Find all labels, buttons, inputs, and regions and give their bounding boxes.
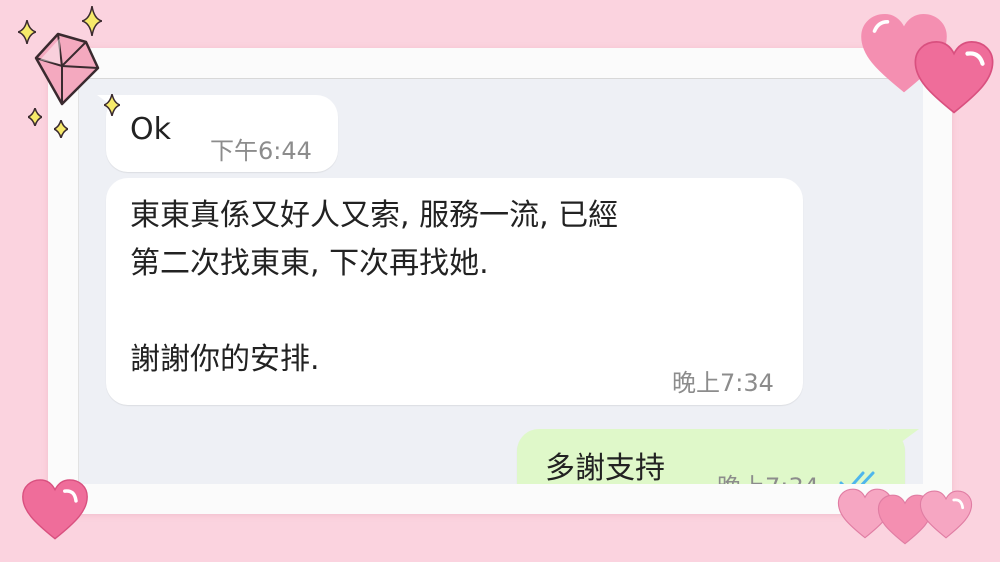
message-time: 下午6:44: [210, 137, 312, 165]
heart-icon: [919, 490, 973, 539]
message-text: 東東真係又好人又索, 服務一流, 已經 第二次找東東, 下次再找她. 謝謝你的安…: [130, 198, 619, 377]
chat-screen[interactable]: Ok 下午6:44 東東真係又好人又索, 服務一流, 已經 第二次找東東, 下次…: [78, 78, 923, 484]
message-bubble-outgoing[interactable]: 多謝支持 晚上7:34: [517, 429, 905, 484]
sparkle-icon: [18, 20, 36, 44]
read-ticks-icon: [839, 471, 875, 484]
sparkle-icon: [104, 94, 120, 116]
sparkle-icon: [82, 6, 102, 36]
bubble-tail: [889, 429, 919, 451]
heart-icon: [914, 41, 994, 114]
heart-icon: [22, 479, 88, 540]
message-bubble-incoming[interactable]: 東東真係又好人又索, 服務一流, 已經 第二次找東東, 下次再找她. 謝謝你的安…: [106, 178, 803, 405]
message-time: 晚上7:34: [672, 369, 774, 397]
message-bubble-incoming[interactable]: Ok 下午6:44: [106, 95, 338, 172]
message-text: 多謝支持: [545, 451, 665, 484]
sparkle-icon: [54, 120, 68, 138]
message-text: Ok: [130, 112, 171, 147]
message-time: 晚上7:34: [717, 467, 819, 484]
sparkle-icon: [28, 108, 42, 126]
